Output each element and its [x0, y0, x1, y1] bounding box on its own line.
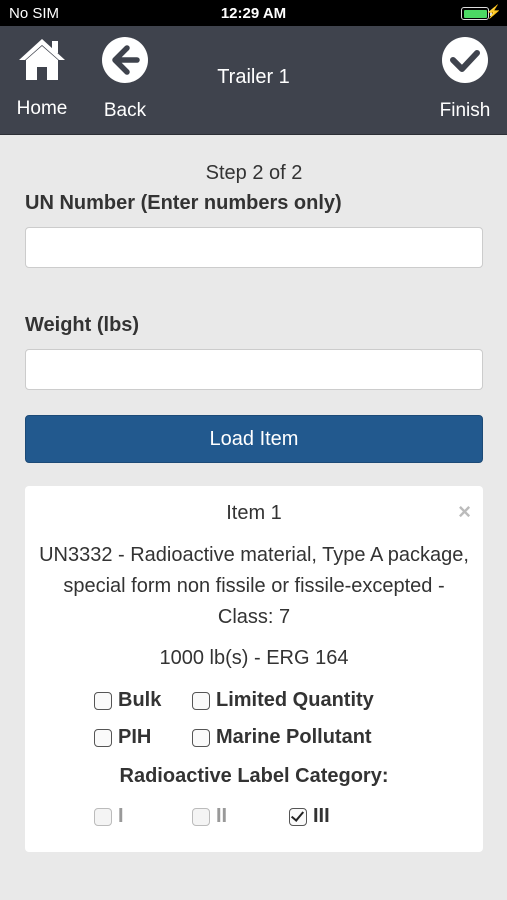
item-description: UN3332 - Radioactive material, Type A pa… [39, 544, 469, 628]
finish-button[interactable]: Finish [434, 36, 496, 122]
pih-label: PIH [118, 726, 152, 748]
clock: 12:29 AM [220, 5, 287, 22]
finish-label: Finish [439, 100, 491, 121]
battery-icon [461, 7, 492, 20]
check-circle-icon [442, 37, 488, 83]
category-ii-checkbox[interactable] [192, 807, 210, 826]
limited-quantity-label: Limited Quantity [216, 689, 374, 711]
category-iii-option[interactable]: III [289, 805, 330, 828]
pih-option[interactable]: PIH [94, 726, 151, 749]
category-i-checkbox[interactable] [94, 807, 112, 826]
load-item-button[interactable]: Load Item [25, 415, 483, 463]
category-ii-option[interactable]: II [192, 805, 227, 828]
category-i-label: I [118, 805, 124, 827]
category-iii-label: III [313, 805, 330, 827]
item-card: Item 1 × UN3332 - Radioactive material, … [25, 486, 483, 852]
back-label: Back [103, 100, 147, 121]
limited-quantity-option[interactable]: Limited Quantity [192, 689, 374, 712]
radioactive-category-heading: Radioactive Label Category: [119, 765, 389, 787]
marine-pollutant-checkbox[interactable] [192, 728, 210, 747]
bulk-label: Bulk [118, 689, 162, 711]
nav-bar: Home Back Trailer 1 Finish [0, 26, 507, 135]
un-number-label: UN Number (Enter numbers only) [25, 192, 342, 214]
weight-label: Weight (lbs) [25, 314, 140, 336]
bulk-checkbox[interactable] [94, 691, 112, 710]
limited-quantity-checkbox[interactable] [192, 691, 210, 710]
close-icon[interactable]: × [458, 499, 471, 525]
home-label: Home [16, 98, 68, 119]
un-number-input[interactable] [25, 227, 483, 268]
category-ii-label: II [216, 805, 228, 827]
category-iii-checkbox[interactable] [289, 807, 307, 826]
page-title: Trailer 1 [217, 66, 290, 88]
bulk-option[interactable]: Bulk [94, 689, 161, 712]
pih-checkbox[interactable] [94, 728, 112, 747]
charging-icon: ⚡ [485, 4, 502, 19]
weight-input[interactable] [25, 349, 483, 390]
item-title: Item 1 [226, 502, 282, 524]
status-bar: No SIM 12:29 AM ⚡ [0, 0, 507, 26]
step-indicator: Step 2 of 2 [205, 162, 303, 184]
item-weight-erg: 1000 lb(s) - ERG 164 [159, 647, 349, 669]
marine-pollutant-option[interactable]: Marine Pollutant [192, 726, 372, 749]
form: Step 2 of 2 UN Number (Enter numbers onl… [25, 135, 483, 463]
category-i-option[interactable]: I [94, 805, 124, 828]
marine-pollutant-label: Marine Pollutant [216, 726, 372, 748]
